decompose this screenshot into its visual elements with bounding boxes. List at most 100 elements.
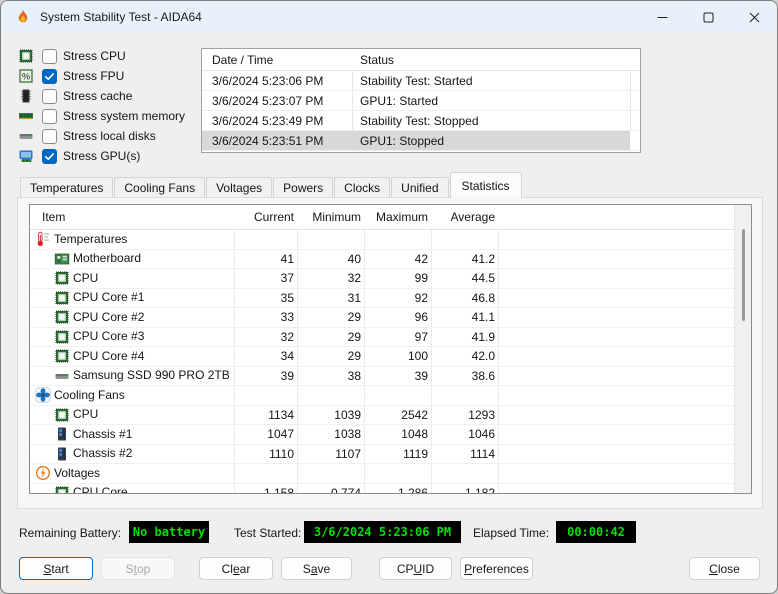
close-button[interactable]: Close bbox=[689, 557, 760, 580]
cache-icon bbox=[18, 88, 34, 104]
stats-row-cpu-core-4[interactable]: CPU Core #4342910042.0 bbox=[30, 347, 751, 367]
cpuid-label-key: U bbox=[414, 562, 423, 576]
stats-header-current[interactable]: Current bbox=[236, 205, 294, 230]
stats-value: 1293 bbox=[437, 406, 495, 426]
thermometer-icon bbox=[35, 231, 51, 247]
stats-value: 1046 bbox=[437, 425, 495, 445]
log-header-datetime[interactable]: Date / Time bbox=[212, 49, 273, 71]
close-window-button[interactable] bbox=[731, 1, 777, 33]
log-row[interactable]: 3/6/2024 5:23:49 PMStability Test: Stopp… bbox=[202, 111, 640, 131]
tab-unified[interactable]: Unified bbox=[391, 177, 448, 198]
stats-row-cooling-fans[interactable]: Cooling Fans bbox=[30, 386, 751, 406]
test-started-value: 3/6/2024 5:23:06 PM bbox=[304, 521, 461, 543]
stress-checkbox-stress-cache[interactable] bbox=[42, 89, 57, 104]
stress-checkbox-stress-system-memory[interactable] bbox=[42, 109, 57, 124]
maximize-icon bbox=[703, 12, 714, 23]
stats-header-average[interactable]: Average bbox=[437, 205, 495, 230]
cpu-icon bbox=[54, 329, 70, 345]
maximize-button[interactable] bbox=[685, 1, 731, 33]
stress-option-label: Stress CPU bbox=[63, 49, 126, 63]
stats-row-cpu-core[interactable]: CPU Core1.1580.7741.2861.182 bbox=[30, 484, 751, 495]
chassis-icon bbox=[54, 446, 70, 462]
stats-header-maximum[interactable]: Maximum bbox=[370, 205, 428, 230]
stats-value: 34 bbox=[236, 347, 294, 367]
tab-clocks[interactable]: Clocks bbox=[334, 177, 390, 198]
minimize-button[interactable] bbox=[639, 1, 685, 33]
stats-value: 46.8 bbox=[437, 289, 495, 309]
scrollbar-thumb[interactable] bbox=[742, 229, 745, 321]
stats-item-label: CPU Core #1 bbox=[73, 288, 144, 308]
cpu-icon bbox=[18, 48, 34, 64]
log-header-status[interactable]: Status bbox=[360, 49, 394, 71]
log-row[interactable]: 3/6/2024 5:23:06 PMStability Test: Start… bbox=[202, 71, 640, 91]
log-status-cell: GPU1: Stopped bbox=[360, 131, 444, 151]
save-label-key: a bbox=[311, 562, 318, 576]
clear-label-key: e bbox=[233, 562, 240, 576]
tab-cooling-fans[interactable]: Cooling Fans bbox=[114, 177, 205, 198]
stats-value: 38 bbox=[303, 367, 361, 387]
log-row[interactable]: 3/6/2024 5:23:07 PMGPU1: Started bbox=[202, 91, 640, 111]
stop-button[interactable]: Stop bbox=[101, 557, 175, 580]
stats-value: 1134 bbox=[236, 406, 294, 426]
stats-value: 29 bbox=[303, 328, 361, 348]
stress-option-stress-fpu: % Stress FPU bbox=[18, 66, 200, 86]
stats-row-cpu-core-3[interactable]: CPU Core #332299741.9 bbox=[30, 328, 751, 348]
stats-row-chassis-2[interactable]: Chassis #21110110711191114 bbox=[30, 445, 751, 465]
stress-checkbox-stress-gpu-s[interactable] bbox=[42, 149, 57, 164]
stats-row-cpu-core-2[interactable]: CPU Core #233299641.1 bbox=[30, 308, 751, 328]
stats-row-head: Samsung SSD 990 PRO 2TB bbox=[30, 367, 230, 386]
cpuid-label-post: ID bbox=[422, 562, 434, 576]
cpu-icon bbox=[54, 290, 70, 306]
stats-row-head: Temperatures bbox=[30, 230, 127, 249]
stats-row-cpu-core-1[interactable]: CPU Core #135319246.8 bbox=[30, 289, 751, 309]
stats-row-head: Chassis #1 bbox=[30, 425, 132, 444]
stats-value: 1048 bbox=[370, 425, 428, 445]
stats-row-voltages[interactable]: Voltages bbox=[30, 464, 751, 484]
start-label-post: tart bbox=[51, 562, 68, 576]
tab-voltages[interactable]: Voltages bbox=[206, 177, 272, 198]
stress-option-stress-gpu-s: Stress GPU(s) bbox=[18, 146, 200, 166]
stats-value: 1110 bbox=[236, 445, 294, 465]
start-button[interactable]: Start bbox=[19, 557, 93, 580]
stress-checkbox-stress-cpu[interactable] bbox=[42, 49, 57, 64]
test-started-label: Test Started: bbox=[234, 526, 301, 540]
clear-button[interactable]: Clear bbox=[199, 557, 273, 580]
voltage-icon bbox=[35, 465, 51, 481]
stress-option-label: Stress GPU(s) bbox=[63, 149, 140, 163]
cpuid-button[interactable]: CPUID bbox=[379, 557, 452, 580]
disk-icon bbox=[18, 128, 34, 144]
vertical-scrollbar[interactable] bbox=[734, 205, 751, 493]
stress-option-stress-cache: Stress cache bbox=[18, 86, 200, 106]
fpu-icon: % bbox=[18, 68, 34, 84]
tab-temperatures[interactable]: Temperatures bbox=[20, 177, 113, 198]
stats-item-label: CPU Core #2 bbox=[73, 308, 144, 328]
stats-row-chassis-1[interactable]: Chassis #11047103810481046 bbox=[30, 425, 751, 445]
save-button[interactable]: Save bbox=[281, 557, 352, 580]
log-header: Date / Time Status bbox=[202, 49, 640, 71]
stress-checkbox-stress-local-disks[interactable] bbox=[42, 129, 57, 144]
stress-option-stress-cpu: Stress CPU bbox=[18, 46, 200, 66]
stress-option-label: Stress FPU bbox=[63, 69, 124, 83]
tab-statistics[interactable]: Statistics bbox=[450, 172, 522, 198]
close-icon bbox=[749, 12, 760, 23]
stats-row-samsung-ssd-990-pro-2tb[interactable]: Samsung SSD 990 PRO 2TB39383938.6 bbox=[30, 367, 751, 387]
stats-header-item[interactable]: Item bbox=[42, 205, 65, 230]
stats-row-head: CPU Core #2 bbox=[30, 308, 144, 327]
stats-row-cpu[interactable]: CPU1134103925421293 bbox=[30, 406, 751, 426]
stress-checkbox-stress-fpu[interactable] bbox=[42, 69, 57, 84]
stats-value: 38.6 bbox=[437, 367, 495, 387]
battery-label: Remaining Battery: bbox=[19, 526, 121, 540]
close-label-key: C bbox=[709, 562, 718, 576]
stats-value: 1.158 bbox=[236, 484, 294, 495]
stats-item-label: CPU bbox=[73, 405, 98, 425]
stats-value: 1.182 bbox=[437, 484, 495, 495]
log-time-cell: 3/6/2024 5:23:06 PM bbox=[212, 71, 323, 91]
cpuid-label-pre: CP bbox=[397, 562, 414, 576]
tab-powers[interactable]: Powers bbox=[273, 177, 333, 198]
stats-row-cpu[interactable]: CPU37329944.5 bbox=[30, 269, 751, 289]
log-row[interactable]: 3/6/2024 5:23:51 PMGPU1: Stopped bbox=[202, 131, 640, 151]
stats-header-minimum[interactable]: Minimum bbox=[303, 205, 361, 230]
stats-row-temperatures[interactable]: Temperatures bbox=[30, 230, 751, 250]
preferences-button[interactable]: Preferences bbox=[460, 557, 533, 580]
stats-row-motherboard[interactable]: Motherboard41404241.2 bbox=[30, 250, 751, 270]
